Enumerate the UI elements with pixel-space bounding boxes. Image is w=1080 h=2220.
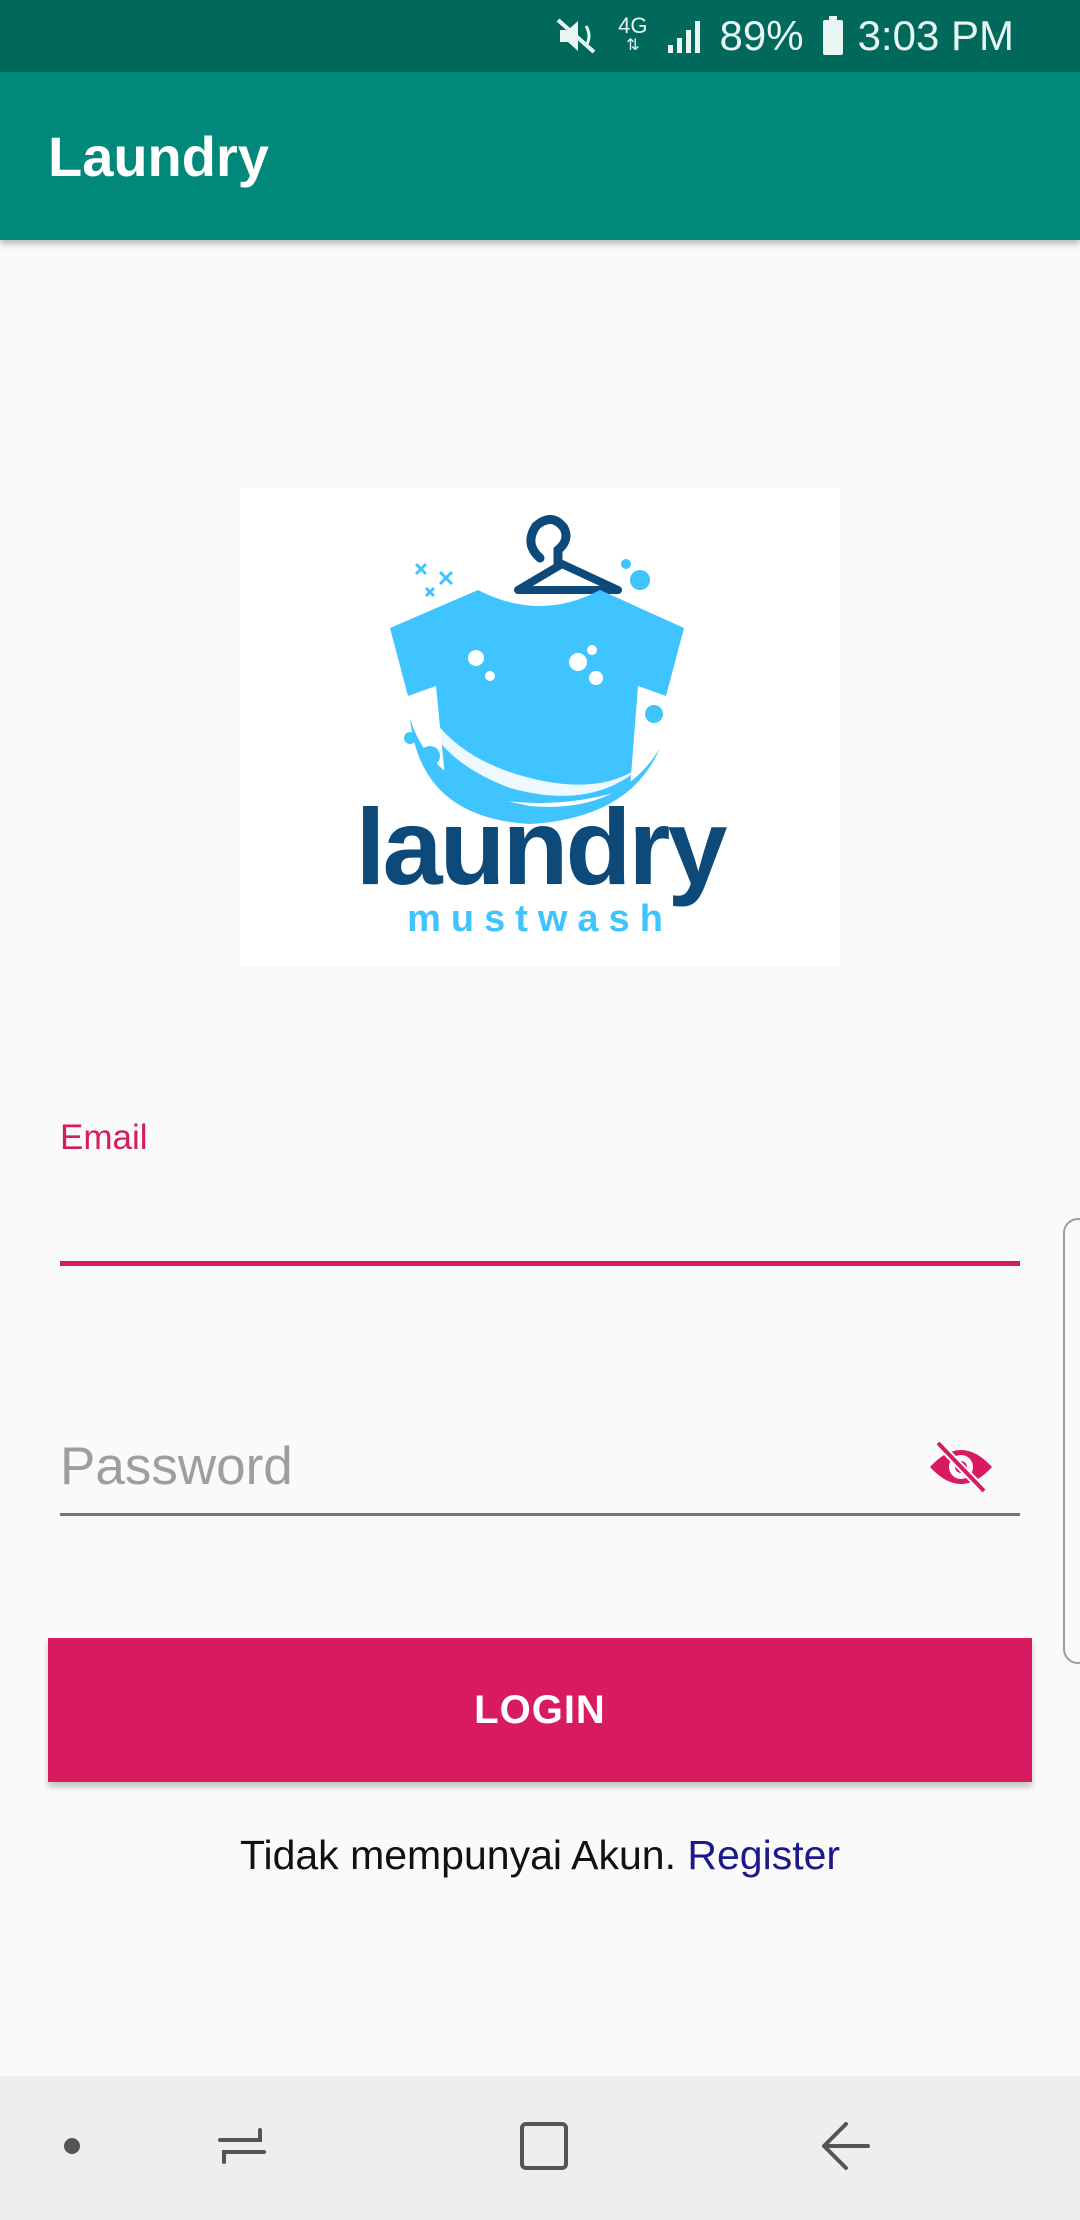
home-icon: [516, 2118, 572, 2179]
mute-icon: [556, 16, 600, 56]
recent-apps-button[interactable]: [200, 2112, 284, 2184]
edge-panel-handle[interactable]: [1063, 1218, 1080, 1664]
register-link[interactable]: Register: [687, 1832, 840, 1878]
status-time: 3:03 PM: [857, 12, 1014, 59]
signal-icon: [666, 17, 706, 55]
register-row: Tidak mempunyai Akun. Register: [0, 1832, 1080, 1879]
app-logo: laundry mustwash: [240, 488, 840, 966]
nav-bar: [0, 2076, 1080, 2220]
email-label: Email: [60, 1118, 148, 1157]
email-field[interactable]: [60, 1170, 1020, 1266]
home-button[interactable]: [502, 2112, 586, 2184]
network-type-label: 4G: [618, 13, 648, 38]
battery-percent: 89%: [719, 12, 804, 59]
app-bar: Laundry: [0, 72, 1080, 240]
register-prompt: Tidak mempunyai Akun.: [239, 1832, 676, 1878]
password-visibility-toggle[interactable]: [922, 1436, 1000, 1502]
nav-dot-button[interactable]: [40, 2112, 104, 2184]
eye-off-icon: [926, 1439, 996, 1500]
back-icon: [818, 2118, 874, 2179]
status-bar: 4G ⇅ 89% 3:03 PM: [0, 0, 1080, 72]
battery-icon: [822, 16, 844, 56]
logo-tagline: mustwash: [407, 898, 673, 940]
dot-icon: [62, 2136, 82, 2161]
login-button[interactable]: LOGIN: [48, 1638, 1032, 1782]
password-field[interactable]: [60, 1420, 1020, 1516]
back-button[interactable]: [804, 2112, 888, 2184]
logo-word: laundry: [355, 786, 727, 907]
network-4g-icon: 4G ⇅: [618, 13, 648, 55]
app-title: Laundry: [48, 124, 269, 188]
recent-apps-icon: [214, 2118, 270, 2179]
